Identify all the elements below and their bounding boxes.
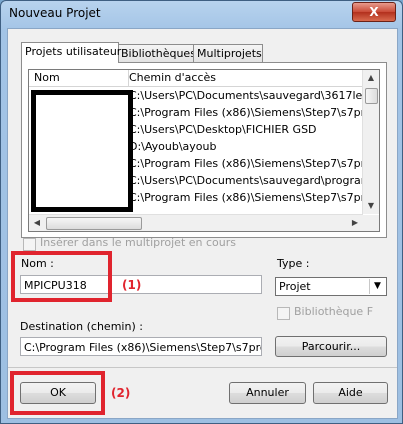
destination-label: Destination (chemin) : [20, 320, 143, 333]
list-item[interactable]: C:\Program Files (x86)\Siemens\Step7\s7p… [129, 104, 379, 121]
close-icon: X [369, 5, 379, 19]
list-item[interactable]: C:\Program Files (x86)\Siemens\Step7\s7p… [129, 189, 378, 206]
scroll-down-icon[interactable]: ▼ [363, 198, 379, 214]
scroll-left-icon[interactable]: ◀ [29, 215, 45, 231]
horizontal-scrollbar[interactable]: ◀ ▶ [29, 214, 363, 231]
annotation-box-2 [10, 371, 105, 415]
list-item[interactable]: C:\Users\PC\Documents\sauvegard\programm… [129, 172, 379, 189]
help-button[interactable]: Aide [313, 382, 388, 404]
vertical-scroll-thumb[interactable] [365, 88, 378, 104]
annotation-box-1 [11, 251, 112, 302]
list-item[interactable]: C:\Program Files (x86)\Siemens\Step7\s7p… [129, 155, 379, 172]
annotation-label-2: (2) [111, 386, 131, 400]
chevron-down-icon[interactable]: ▼ [369, 279, 385, 294]
tab-multiprojects[interactable]: Multiprojets [193, 44, 263, 62]
dialog-window: Nouveau Projet X Projets utilisateur Bib… [0, 0, 403, 424]
tab-user-projects[interactable]: Projets utilisateur [21, 42, 121, 63]
browse-button[interactable]: Parcourir... [275, 336, 387, 357]
column-header-name[interactable]: Nom [29, 70, 129, 86]
list-item[interactable]: C:\Users\PC\Desktop\FICHIER GSD [129, 121, 317, 138]
f-library-label: Bibliothèque F [294, 305, 374, 318]
separator [8, 367, 397, 368]
scroll-up-icon[interactable]: ▲ [363, 70, 379, 86]
type-select-value: Projet [279, 280, 311, 293]
type-select[interactable]: Projet ▼ [275, 277, 387, 296]
vertical-scrollbar[interactable]: ▲ ▼ [362, 70, 379, 214]
tab-libraries[interactable]: Bibliothèques [117, 44, 196, 62]
f-library-checkbox[interactable] [277, 307, 290, 320]
dialog-body: Projets utilisateur Bibliothèques Multip… [7, 28, 398, 419]
column-header-path[interactable]: Chemin d'accès [124, 70, 364, 86]
insert-multiproject-checkbox[interactable] [23, 238, 36, 251]
scroll-corner [363, 215, 379, 231]
destination-input[interactable]: C:\Program Files (x86)\Siemens\Step7\s7p… [20, 337, 262, 356]
project-list[interactable]: Nom Chemin d'accès C:\Users\PC\Documents… [28, 69, 380, 232]
insert-multiproject-label: Insérer dans le multiprojet en cours [40, 236, 237, 249]
horizontal-scroll-thumb[interactable] [46, 217, 142, 230]
list-item[interactable]: C:\Users\PC\Documents\sauvegard\3617leva [129, 87, 376, 104]
cancel-button[interactable]: Annuler [229, 382, 306, 404]
tab-panel: Nom Chemin d'accès C:\Users\PC\Documents… [21, 62, 387, 238]
redacted-names-box [31, 90, 133, 212]
scroll-right-icon[interactable]: ▶ [347, 215, 363, 231]
type-label: Type : [277, 257, 310, 270]
list-header: Nom Chemin d'accès [29, 70, 363, 87]
title-bar[interactable]: Nouveau Projet X [1, 1, 402, 27]
close-button[interactable]: X [352, 2, 396, 22]
window-title: Nouveau Projet [9, 6, 101, 20]
annotation-label-1: (1) [122, 278, 142, 292]
list-item[interactable]: D:\Ayoub\ayoub [129, 138, 217, 155]
